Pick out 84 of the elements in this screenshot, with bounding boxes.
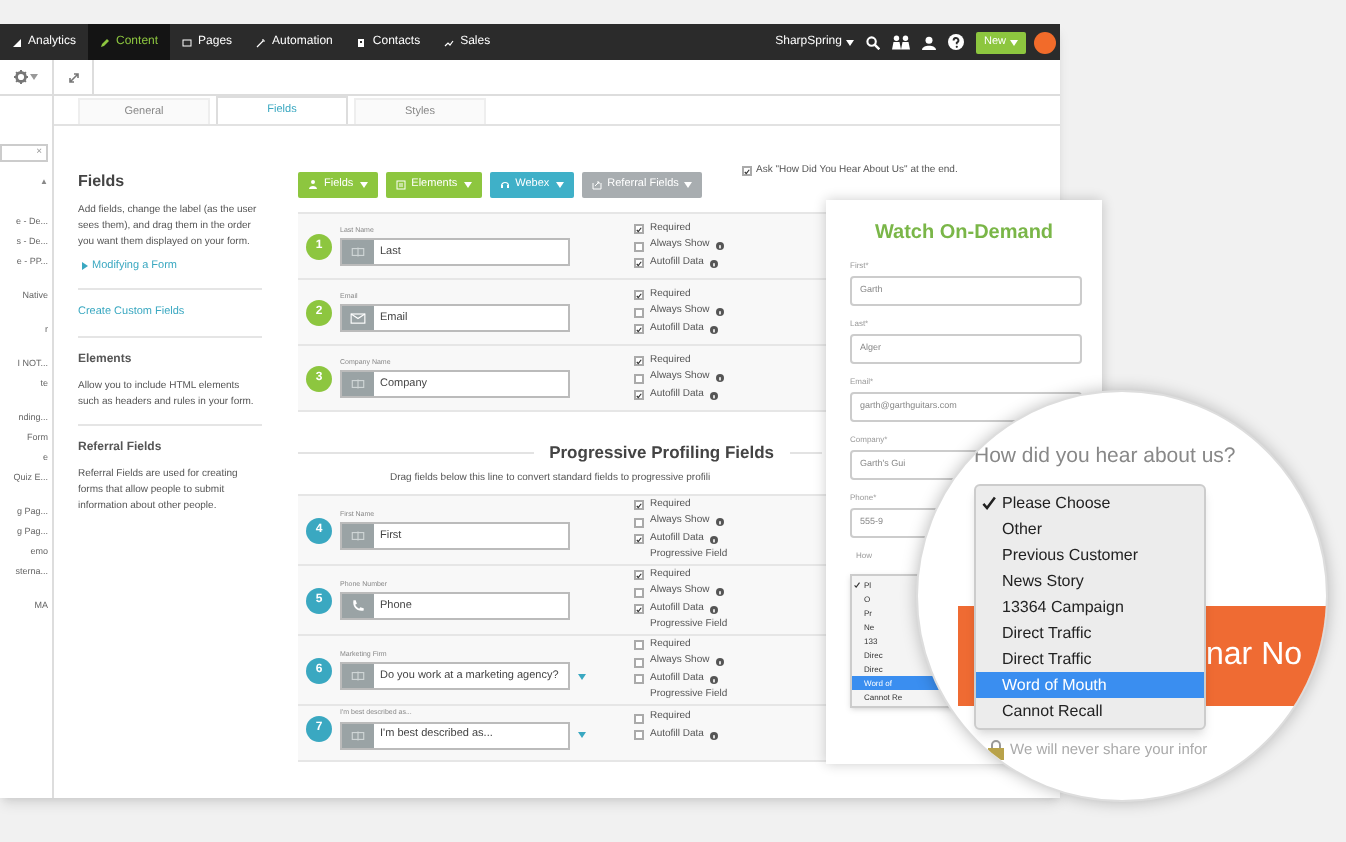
- layout-icon: [395, 179, 406, 189]
- user-icon[interactable]: [921, 35, 936, 49]
- info-icon: [715, 518, 724, 526]
- checkbox[interactable]: [634, 373, 644, 383]
- search-icon[interactable]: [865, 35, 880, 49]
- info-icon: [709, 391, 718, 399]
- caret-icon: [359, 181, 368, 187]
- checkbox[interactable]: [634, 534, 644, 544]
- nav-icon: [256, 37, 267, 47]
- info-icon: [709, 731, 718, 739]
- phone-icon: [350, 598, 366, 615]
- info-icon: [709, 259, 718, 267]
- expand-icon: [67, 71, 79, 83]
- caret-icon: [30, 74, 38, 80]
- checkbox[interactable]: [634, 640, 644, 650]
- text-field-icon: [350, 244, 366, 261]
- checkmark-icon: [854, 582, 860, 588]
- section-heading: Progressive Profiling Fields: [547, 440, 776, 466]
- headset-icon: [499, 179, 510, 189]
- checkbox[interactable]: [634, 570, 644, 580]
- nav-icon: [12, 37, 22, 47]
- dropdown-option[interactable]: Direct Traffic: [976, 620, 1204, 646]
- dropdown-option[interactable]: Word of Mouth: [976, 672, 1204, 698]
- form-title: Watch On-Demand: [872, 220, 1056, 248]
- dropdown-option[interactable]: Previous Customer: [976, 542, 1204, 568]
- nav-icon: [182, 37, 193, 47]
- checkmark-icon: [982, 496, 996, 510]
- text-field-icon: [350, 528, 366, 545]
- checkbox[interactable]: [634, 674, 644, 684]
- question-label: How did you hear about us?: [974, 442, 1236, 472]
- checkbox[interactable]: [634, 307, 644, 317]
- checkbox[interactable]: [634, 500, 644, 510]
- envelope-icon: [350, 310, 366, 327]
- info-icon: [715, 308, 724, 316]
- checkbox[interactable]: [634, 587, 644, 597]
- text-field-icon: [350, 376, 366, 393]
- info-icon: [715, 374, 724, 382]
- nav-icon: [444, 37, 455, 47]
- checkbox[interactable]: [634, 657, 644, 667]
- checkbox[interactable]: [634, 241, 644, 251]
- checkbox[interactable]: [634, 324, 644, 334]
- checkbox[interactable]: [634, 290, 644, 300]
- caret-icon[interactable]: [578, 732, 586, 738]
- settings-icon: [14, 70, 28, 84]
- checkbox[interactable]: [634, 517, 644, 527]
- info-icon: [715, 658, 724, 666]
- caret-icon: [463, 181, 472, 187]
- checkbox[interactable]: [634, 224, 644, 234]
- dropdown-option[interactable]: Cannot Recall: [976, 698, 1204, 724]
- dropdown-option[interactable]: Direct Traffic: [976, 646, 1204, 672]
- checkbox[interactable]: [634, 390, 644, 400]
- caret-icon: [684, 181, 693, 187]
- nav-icon: [356, 37, 367, 47]
- triangle-icon: [82, 261, 88, 270]
- info-icon: [709, 535, 718, 543]
- people-icon[interactable]: [891, 34, 910, 50]
- dropdown-option[interactable]: Other: [976, 516, 1204, 542]
- info-icon: [709, 325, 718, 333]
- info-heading: Fields: [78, 170, 127, 194]
- text-field-icon: [350, 668, 366, 685]
- dropdown-option[interactable]: Please Choose: [976, 490, 1204, 516]
- caret-icon: [845, 39, 854, 45]
- checkbox[interactable]: [634, 258, 644, 268]
- info-icon: [709, 605, 718, 613]
- lock-icon: [988, 739, 1004, 760]
- dropdown-option[interactable]: 13364 Campaign: [976, 594, 1204, 620]
- info-icon: [709, 675, 718, 683]
- person-icon: [308, 179, 318, 189]
- help-icon[interactable]: [947, 34, 964, 50]
- caret-icon: [1010, 39, 1018, 45]
- info-icon: [715, 242, 724, 250]
- checkbox[interactable]: [634, 604, 644, 614]
- dropdown-option[interactable]: News Story: [976, 568, 1204, 594]
- share-icon: [591, 179, 602, 189]
- checkbox[interactable]: [634, 730, 644, 740]
- text-field-icon: [350, 727, 366, 743]
- checkbox[interactable]: [634, 713, 644, 723]
- checkbox[interactable]: [742, 166, 752, 177]
- caret-icon: [555, 181, 564, 187]
- caret-icon[interactable]: [578, 673, 586, 680]
- info-icon: [715, 588, 724, 596]
- nav-icon: [100, 37, 111, 47]
- avatar[interactable]: [1034, 31, 1056, 53]
- checkbox[interactable]: [634, 356, 644, 366]
